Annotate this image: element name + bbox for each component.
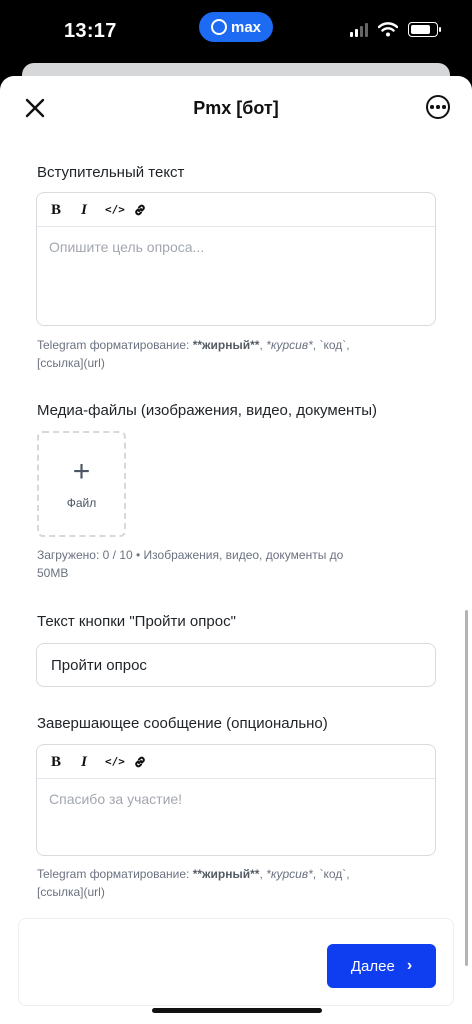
max-pill-label: max — [230, 18, 262, 36]
link-icon[interactable] — [133, 755, 147, 769]
intro-text-editor[interactable]: B I </> Опишите цель опроса... — [36, 192, 436, 326]
code-button[interactable]: </> — [105, 203, 125, 217]
closing-message-editor[interactable]: B I </> Спасибо за участие! — [36, 744, 436, 856]
intro-text-placeholder: Опишите цель опроса... — [49, 239, 205, 255]
closing-message-label: Завершающее сообщение (опционально) — [37, 715, 328, 732]
navigation-bar: Pmx [бот] — [0, 76, 472, 140]
bold-button[interactable]: B — [49, 202, 63, 217]
button-text-input[interactable]: Пройти опрос — [36, 643, 436, 687]
wifi-icon — [378, 22, 398, 37]
intro-text-label: Вступительный текст — [37, 164, 185, 181]
link-icon[interactable] — [133, 203, 147, 217]
file-upload-label: Файл — [66, 496, 97, 510]
status-icons — [350, 22, 441, 37]
battery-icon — [408, 22, 441, 37]
closing-format-hint: Telegram форматирование: **жирный**, *ку… — [37, 867, 350, 899]
intro-editor-toolbar: B I </> — [37, 193, 435, 227]
page-title: Pmx [бот] — [193, 98, 279, 118]
status-bar: 13:17 max — [0, 0, 472, 64]
chevron-right-icon: › — [406, 957, 413, 974]
max-app-pill[interactable]: max — [199, 12, 273, 42]
media-files-label: Медиа-файлы (изображения, видео, докумен… — [37, 402, 377, 419]
next-button[interactable]: Далее › — [327, 944, 436, 988]
upload-status-hint: Загружено: 0 / 10 • Изображения, видео, … — [37, 548, 344, 580]
intro-format-hint: Telegram форматирование: **жирный**, *ку… — [37, 338, 350, 370]
italic-button[interactable]: I — [77, 754, 91, 769]
next-button-label: Далее — [350, 957, 395, 975]
button-text-label: Текст кнопки "Пройти опрос" — [37, 613, 236, 630]
more-options-icon[interactable] — [426, 95, 450, 119]
file-upload-dropzone[interactable]: + Файл — [37, 431, 126, 537]
closing-message-placeholder: Спасибо за участие! — [49, 791, 183, 807]
bold-button[interactable]: B — [49, 754, 63, 769]
italic-button[interactable]: I — [77, 202, 91, 217]
scrollbar[interactable] — [465, 610, 468, 966]
cellular-signal-icon — [350, 22, 368, 37]
home-indicator[interactable] — [152, 1008, 322, 1013]
closing-editor-toolbar: B I </> — [37, 745, 435, 779]
plus-icon: + — [72, 455, 91, 488]
max-logo-icon — [210, 19, 227, 35]
status-time: 13:17 — [64, 20, 117, 42]
code-button[interactable]: </> — [105, 755, 125, 769]
